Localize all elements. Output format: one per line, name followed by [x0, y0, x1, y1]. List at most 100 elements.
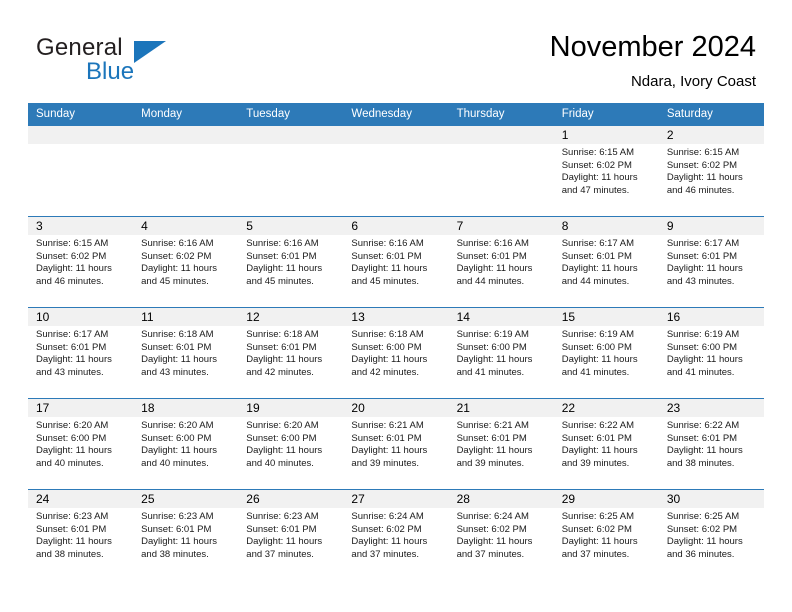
- day-number-band: 24: [28, 490, 134, 508]
- sunrise-text: Sunrise: 6:25 AM: [666, 511, 740, 522]
- day-details: Sunrise: 6:22 AM Sunset: 6:01 PM Dayligh…: [554, 417, 659, 470]
- calendar-day-cell[interactable]: [28, 126, 134, 216]
- calendar-day-cell[interactable]: 19 Sunrise: 6:20 AM Sunset: 6:00 PM Dayl…: [238, 399, 344, 489]
- calendar-day-cell[interactable]: 23 Sunrise: 6:22 AM Sunset: 6:01 PM Dayl…: [658, 399, 764, 489]
- calendar-day-cell[interactable]: 26 Sunrise: 6:23 AM Sunset: 6:01 PM Dayl…: [238, 490, 344, 580]
- sunset-text: Sunset: 6:00 PM: [456, 341, 527, 353]
- calendar-day-cell[interactable]: [343, 126, 449, 216]
- weekday-header-friday: Friday: [561, 108, 594, 120]
- brand-logo[interactable]: General Blue: [36, 34, 236, 90]
- sunset-text: Sunset: 6:02 PM: [561, 523, 632, 535]
- day-number-band: 4: [133, 217, 239, 235]
- sunset-text: Sunset: 6:01 PM: [36, 523, 107, 535]
- daylight-text-line2: and 39 minutes.: [351, 457, 420, 469]
- day-number-band: 17: [28, 399, 134, 417]
- day-number: 11: [141, 310, 154, 324]
- calendar-day-cell[interactable]: 24 Sunrise: 6:23 AM Sunset: 6:01 PM Dayl…: [28, 490, 134, 580]
- daylight-text-line2: and 47 minutes.: [561, 184, 630, 196]
- day-number: 29: [561, 492, 576, 506]
- calendar-day-cell[interactable]: [448, 126, 554, 216]
- calendar-week-row: 24 Sunrise: 6:23 AM Sunset: 6:01 PM Dayl…: [28, 489, 764, 580]
- weekday-header-row: Sunday Monday Tuesday Wednesday Thursday…: [28, 103, 764, 125]
- day-details: Sunrise: 6:24 AM Sunset: 6:02 PM Dayligh…: [449, 508, 554, 561]
- calendar-day-cell[interactable]: 6 Sunrise: 6:16 AM Sunset: 6:01 PM Dayli…: [343, 217, 449, 307]
- daylight-text-line1: Daylight: 11 hours: [456, 445, 533, 457]
- calendar-day-cell[interactable]: 2 Sunrise: 6:15 AM Sunset: 6:02 PM Dayli…: [658, 126, 764, 216]
- calendar-day-cell[interactable]: 10 Sunrise: 6:17 AM Sunset: 6:01 PM Dayl…: [28, 308, 134, 398]
- sunset-text: Sunset: 6:01 PM: [666, 250, 738, 262]
- daylight-text-line1: Daylight: 11 hours: [141, 536, 218, 548]
- page-header: General Blue November 2024 Ndara, Ivory …: [0, 0, 792, 100]
- calendar-day-cell[interactable]: 30 Sunrise: 6:25 AM Sunset: 6:02 PM Dayl…: [658, 490, 764, 580]
- day-details: Sunrise: 6:16 AM Sunset: 6:02 PM Dayligh…: [133, 235, 238, 288]
- sunrise-text: Sunrise: 6:15 AM: [561, 147, 635, 158]
- sunset-text: Sunset: 6:01 PM: [246, 523, 317, 535]
- sunrise-text: Sunrise: 6:23 AM: [36, 511, 109, 522]
- calendar-day-cell[interactable]: 12 Sunrise: 6:18 AM Sunset: 6:01 PM Dayl…: [238, 308, 344, 398]
- daylight-text-line1: Daylight: 11 hours: [351, 354, 428, 366]
- daylight-text-line2: and 45 minutes.: [141, 275, 209, 287]
- calendar-day-cell[interactable]: 29 Sunrise: 6:25 AM Sunset: 6:02 PM Dayl…: [553, 490, 659, 580]
- calendar-day-cell[interactable]: 22 Sunrise: 6:22 AM Sunset: 6:01 PM Dayl…: [553, 399, 659, 489]
- sunrise-text: Sunrise: 6:17 AM: [36, 329, 109, 340]
- calendar-day-cell[interactable]: 13 Sunrise: 6:18 AM Sunset: 6:00 PM Dayl…: [343, 308, 449, 398]
- calendar-day-cell[interactable]: 15 Sunrise: 6:19 AM Sunset: 6:00 PM Dayl…: [553, 308, 659, 398]
- sunrise-text: Sunrise: 6:17 AM: [666, 238, 740, 249]
- calendar-day-cell[interactable]: 8 Sunrise: 6:17 AM Sunset: 6:01 PM Dayli…: [553, 217, 659, 307]
- daylight-text-line1: Daylight: 11 hours: [246, 536, 323, 548]
- calendar-day-cell[interactable]: 16 Sunrise: 6:19 AM Sunset: 6:00 PM Dayl…: [658, 308, 764, 398]
- calendar-day-cell[interactable]: 5 Sunrise: 6:16 AM Sunset: 6:01 PM Dayli…: [238, 217, 344, 307]
- day-details: Sunrise: 6:19 AM Sunset: 6:00 PM Dayligh…: [449, 326, 554, 379]
- day-number-band: 9: [658, 217, 764, 235]
- calendar-day-cell[interactable]: 27 Sunrise: 6:24 AM Sunset: 6:02 PM Dayl…: [343, 490, 449, 580]
- day-number: 15: [561, 310, 576, 324]
- daylight-text-line2: and 39 minutes.: [456, 457, 525, 469]
- sunset-text: Sunset: 6:01 PM: [246, 250, 317, 262]
- sunrise-text: Sunrise: 6:17 AM: [561, 238, 635, 249]
- calendar-day-cell[interactable]: 28 Sunrise: 6:24 AM Sunset: 6:02 PM Dayl…: [448, 490, 554, 580]
- day-number-band: 29: [553, 490, 659, 508]
- calendar-day-cell[interactable]: [133, 126, 239, 216]
- daylight-text-line2: and 43 minutes.: [666, 275, 735, 287]
- calendar-week-row: 1 Sunrise: 6:15 AM Sunset: 6:02 PM Dayli…: [28, 125, 764, 216]
- day-details: Sunrise: 6:15 AM Sunset: 6:02 PM Dayligh…: [28, 235, 133, 288]
- sunset-text: Sunset: 6:02 PM: [666, 523, 738, 535]
- calendar-day-cell[interactable]: 18 Sunrise: 6:20 AM Sunset: 6:00 PM Dayl…: [133, 399, 239, 489]
- calendar-day-cell[interactable]: 11 Sunrise: 6:18 AM Sunset: 6:01 PM Dayl…: [133, 308, 239, 398]
- day-details: Sunrise: 6:21 AM Sunset: 6:01 PM Dayligh…: [449, 417, 554, 470]
- day-number-band: [448, 126, 554, 144]
- calendar-day-cell[interactable]: 21 Sunrise: 6:21 AM Sunset: 6:01 PM Dayl…: [448, 399, 554, 489]
- weekday-header-monday: Monday: [141, 108, 183, 120]
- sunrise-text: Sunrise: 6:20 AM: [36, 420, 109, 431]
- day-number: 8: [561, 219, 569, 233]
- day-details: Sunrise: 6:19 AM Sunset: 6:00 PM Dayligh…: [554, 326, 659, 379]
- calendar-day-cell[interactable]: 9 Sunrise: 6:17 AM Sunset: 6:01 PM Dayli…: [658, 217, 764, 307]
- day-number: 1: [561, 128, 569, 142]
- daylight-text-line2: and 42 minutes.: [246, 366, 314, 378]
- day-details: Sunrise: 6:24 AM Sunset: 6:02 PM Dayligh…: [343, 508, 448, 561]
- calendar-day-cell[interactable]: 25 Sunrise: 6:23 AM Sunset: 6:01 PM Dayl…: [133, 490, 239, 580]
- day-number-band: 8: [553, 217, 659, 235]
- day-number-band: 20: [343, 399, 449, 417]
- calendar-day-cell[interactable]: 7 Sunrise: 6:16 AM Sunset: 6:01 PM Dayli…: [448, 217, 554, 307]
- calendar-day-cell[interactable]: 4 Sunrise: 6:16 AM Sunset: 6:02 PM Dayli…: [133, 217, 239, 307]
- daylight-text-line2: and 41 minutes.: [666, 366, 735, 378]
- calendar-day-cell[interactable]: 3 Sunrise: 6:15 AM Sunset: 6:02 PM Dayli…: [28, 217, 134, 307]
- day-number-band: 11: [133, 308, 239, 326]
- calendar-day-cell[interactable]: 14 Sunrise: 6:19 AM Sunset: 6:00 PM Dayl…: [448, 308, 554, 398]
- page-title: November 2024: [549, 31, 756, 63]
- calendar-day-cell[interactable]: 1 Sunrise: 6:15 AM Sunset: 6:02 PM Dayli…: [553, 126, 659, 216]
- calendar-day-cell[interactable]: 20 Sunrise: 6:21 AM Sunset: 6:01 PM Dayl…: [343, 399, 449, 489]
- day-number-band: 16: [658, 308, 764, 326]
- sunset-text: Sunset: 6:01 PM: [246, 341, 317, 353]
- day-number: 22: [561, 401, 576, 415]
- sunset-text: Sunset: 6:01 PM: [141, 523, 212, 535]
- calendar-day-cell[interactable]: 17 Sunrise: 6:20 AM Sunset: 6:00 PM Dayl…: [28, 399, 134, 489]
- brand-logo-secondary-text: Blue: [86, 58, 135, 85]
- calendar-day-cell[interactable]: [238, 126, 344, 216]
- day-number: 19: [246, 401, 260, 415]
- day-number-band: [28, 126, 134, 144]
- day-number: 6: [351, 219, 359, 233]
- day-number: 4: [141, 219, 148, 233]
- daylight-text-line1: Daylight: 11 hours: [351, 445, 428, 457]
